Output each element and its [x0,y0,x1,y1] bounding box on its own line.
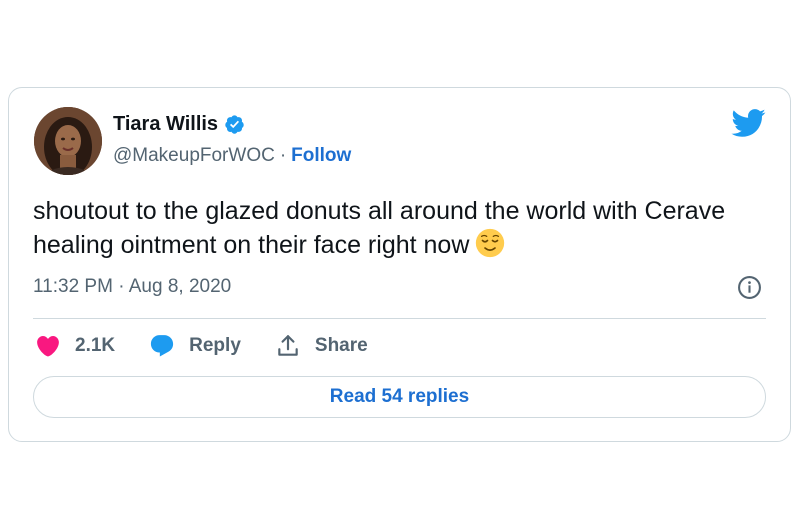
heart-icon [37,335,59,357]
avatar[interactable] [34,107,102,175]
handle-row: @MakeupForWOC · Follow [113,145,351,167]
share-button[interactable]: Share [275,333,368,359]
info-icon[interactable] [737,275,762,300]
author-handle[interactable]: @MakeupForWOC [113,145,275,167]
tweet-body: shoutout to the glazed donuts all around… [33,197,726,259]
tweet-card: Tiara Willis @MakeupForWOC · Follow shou… [8,87,791,442]
read-replies-label: Read 54 replies [329,386,470,407]
follow-button[interactable]: Follow [291,145,351,167]
read-replies-button[interactable]: Read 54 replies [33,376,766,418]
like-count: 2.1K [75,335,116,356]
twitter-bird-icon[interactable] [730,108,766,138]
reply-button[interactable]: Reply [149,333,241,359]
share-label: Share [314,335,368,356]
like-button[interactable]: 2.1K [35,333,115,359]
tweet-timestamp[interactable]: 11:32 PM · Aug 8, 2020 [33,276,231,298]
reply-label: Reply [189,335,241,356]
action-bar: 2.1K Reply Share [35,330,402,362]
reply-bubble-icon [151,335,174,357]
relieved-face-emoji-icon [475,228,505,258]
author-name-row: Tiara Willis [113,113,245,136]
author-name[interactable]: Tiara Willis [113,113,218,136]
verified-icon [224,114,245,135]
divider [33,318,766,319]
share-icon [278,335,298,356]
tweet-text: shoutout to the glazed donuts all around… [33,194,768,262]
separator-dot: · [279,145,287,166]
